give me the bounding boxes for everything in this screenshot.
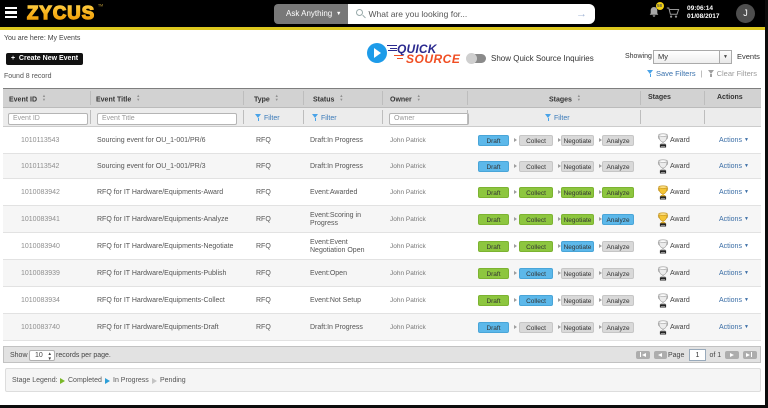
svg-text:TM: TM xyxy=(98,4,103,8)
svg-text:ZYCUS: ZYCUS xyxy=(27,2,95,23)
